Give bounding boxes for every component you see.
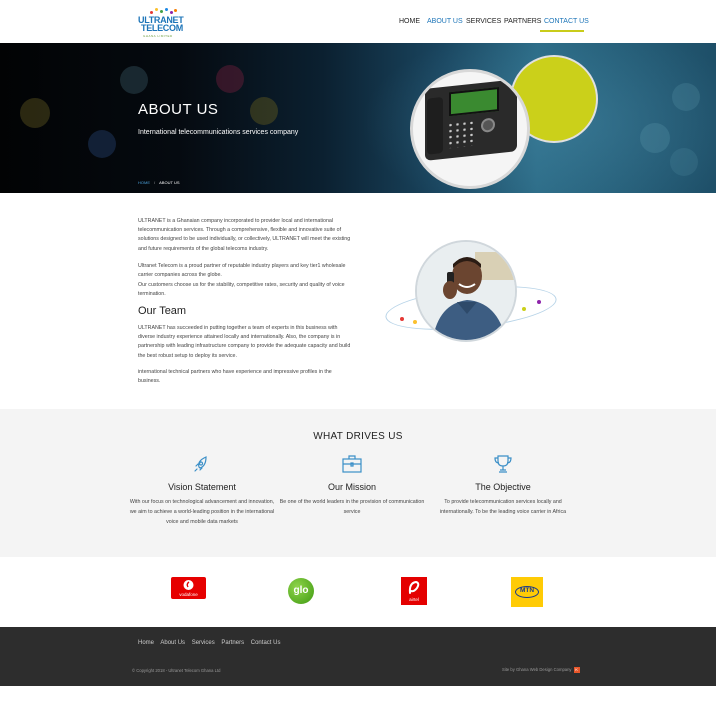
breadcrumb-home[interactable]: HOME [138, 180, 150, 185]
bokeh [88, 130, 116, 158]
breadcrumb: HOME / ABOUT US [138, 180, 180, 185]
airtel-logo[interactable]: airtel [401, 577, 427, 605]
bokeh [216, 65, 244, 93]
about-paragraph-2: Ultranet Telecom is a proud partner of r… [138, 263, 346, 279]
nav-partners[interactable]: PARTNERS [504, 17, 541, 27]
team-paragraph-2: international technical partners who hav… [138, 369, 332, 385]
vision-text: With our focus on technological advancem… [129, 499, 275, 525]
phone-icon [425, 79, 517, 161]
credit-text[interactable]: Site by Ghana Web Design Company [502, 667, 572, 672]
bokeh [120, 66, 148, 94]
nav-home[interactable]: HOME [399, 17, 420, 27]
glo-label: glo [293, 585, 309, 596]
designer-logo-icon[interactable]: K [573, 667, 580, 673]
vodafone-logo[interactable]: vodafone [171, 577, 206, 599]
mission-card: Our Mission Be one of the world leaders … [277, 449, 427, 517]
bokeh [640, 123, 670, 153]
airtel-label: airtel [409, 597, 419, 602]
footer-link-contact[interactable]: Contact Us [251, 640, 281, 646]
bokeh [20, 98, 50, 128]
logo-subtext: GHANA LIMITED [143, 34, 173, 38]
footer-link-services[interactable]: Services [192, 640, 215, 646]
ultranet-logo[interactable]: ULTRANET TELECOM GHANA LIMITED [138, 8, 188, 38]
mtn-logo[interactable]: MTN [511, 577, 543, 607]
about-paragraph-3: Our customers choose us for the stabilit… [138, 282, 345, 298]
logo-text-line2: TELECOM [141, 23, 183, 33]
footer-nav: Home About Us Services Partners Contact … [138, 640, 285, 646]
person-icon [417, 242, 515, 340]
site-footer: Home About Us Services Partners Contact … [0, 627, 716, 686]
site-header: ULTRANET TELECOM GHANA LIMITED HOME ABOU… [0, 0, 716, 43]
nav-about-us[interactable]: ABOUT US [427, 17, 463, 27]
ip-phone-image [410, 69, 530, 189]
page-title: ABOUT US [138, 101, 219, 118]
breadcrumb-separator: / [154, 180, 156, 185]
bokeh [250, 97, 278, 125]
bokeh [672, 83, 700, 111]
mtn-label: MTN [519, 587, 535, 594]
vision-heading: Vision Statement [168, 482, 236, 492]
partners-strip: vodafone glo airtel MTN [0, 557, 716, 627]
team-paragraph: ULTRANET has succeeded in putting togeth… [138, 325, 351, 359]
nav-active-underline [540, 30, 584, 32]
site-credit[interactable]: Site by Ghana Web Design Company K [502, 667, 580, 673]
copyright-text: © Copyright 2018 - Ultranet Telecom Ghan… [132, 668, 221, 673]
section-title: WHAT DRIVES US [313, 431, 403, 442]
bokeh [670, 148, 698, 176]
objective-card: The Objective To provide telecommunicati… [428, 449, 578, 517]
glo-logo[interactable]: glo [288, 578, 314, 604]
mission-heading: Our Mission [327, 482, 376, 492]
nav-contact-us[interactable]: CONTACT US [544, 17, 589, 27]
trophy-icon [492, 453, 514, 475]
vodafone-label: vodafone [179, 592, 198, 597]
rocket-icon [191, 453, 213, 475]
briefcase-icon [341, 453, 363, 475]
page-subtitle: International telecommunications service… [138, 129, 299, 136]
about-paragraph-1: ULTRANET is a Ghanaian company incorpora… [138, 218, 351, 252]
footer-link-home[interactable]: Home [138, 640, 154, 646]
our-team-heading: Our Team [138, 305, 187, 317]
man-on-phone-image [415, 240, 517, 342]
breadcrumb-current: ABOUT US [159, 180, 180, 185]
nav-services[interactable]: SERVICES [466, 17, 501, 27]
objective-text: To provide telecommunication services lo… [439, 499, 567, 515]
mission-text: Be one of the world leaders in the provi… [279, 499, 425, 515]
footer-link-partners[interactable]: Partners [221, 640, 244, 646]
footer-link-about[interactable]: About Us [160, 640, 185, 646]
hero-banner: ABOUT US International telecommunication… [0, 43, 716, 193]
what-drives-us-section: WHAT DRIVES US Vision Statement With our… [0, 409, 716, 557]
vision-card: Vision Statement With our focus on techn… [127, 449, 277, 527]
objective-heading: The Objective [475, 482, 531, 492]
